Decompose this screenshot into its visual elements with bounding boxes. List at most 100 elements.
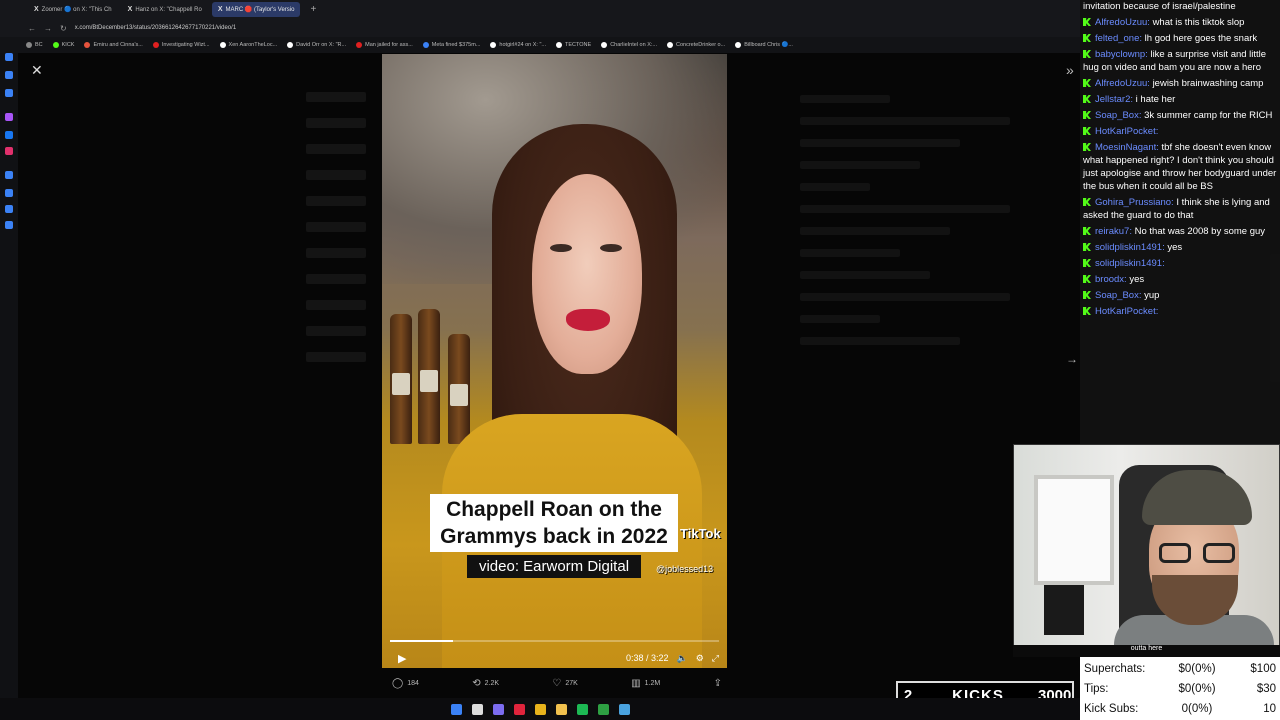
chat-username[interactable]: Jellstar2: bbox=[1095, 94, 1133, 105]
chat-username[interactable]: HotKarlPocket: bbox=[1095, 306, 1158, 317]
bookmark-item[interactable]: Emiru and Cinna's... bbox=[84, 42, 143, 48]
chat-message: solidpliskin1491: yes bbox=[1083, 241, 1277, 254]
sidebar-app-icon[interactable] bbox=[5, 189, 13, 197]
url-field[interactable]: x.com/BtDecember13/status/20366126426771… bbox=[75, 25, 236, 31]
chat-username[interactable]: MoesinNagant: bbox=[1095, 142, 1159, 153]
share-icon[interactable]: ⇪ bbox=[714, 678, 722, 689]
bookmark-item[interactable]: ConcreteDrinker o... bbox=[666, 42, 725, 48]
xbox-icon[interactable] bbox=[597, 703, 609, 715]
heart-button[interactable]: ♡ 27K bbox=[552, 678, 577, 689]
chat-message: reiraku7: No that was 2008 by some guy bbox=[1083, 225, 1277, 238]
reply-button[interactable]: ◯ 184 bbox=[392, 678, 419, 689]
chat-username[interactable]: AlfredoUzuu: bbox=[1095, 78, 1150, 89]
new-tab-button[interactable]: + bbox=[304, 4, 322, 15]
chat-username[interactable]: HotKarlPocket: bbox=[1095, 126, 1158, 137]
bookmark-item[interactable]: Billboard Chris 🔵... bbox=[735, 42, 793, 48]
chat-username[interactable]: solidpliskin1491: bbox=[1095, 258, 1165, 269]
video-caption: Chappell Roan on the Grammys back in 2022… bbox=[418, 494, 690, 578]
bookmark-item[interactable]: CharlieIntel on X:... bbox=[601, 42, 657, 48]
spotify-icon[interactable] bbox=[576, 703, 588, 715]
windows-start-icon[interactable] bbox=[450, 703, 462, 715]
bookmark-label: CharlieIntel on X:... bbox=[610, 42, 657, 48]
next-media-icon[interactable]: → bbox=[1066, 352, 1078, 366]
reload-icon[interactable]: ↻ bbox=[60, 24, 67, 33]
steam-icon[interactable] bbox=[618, 703, 630, 715]
sidebar-app-icon[interactable] bbox=[5, 205, 13, 213]
progress-fill bbox=[390, 640, 453, 642]
bookmark-favicon-icon bbox=[422, 42, 429, 48]
messenger-icon[interactable] bbox=[5, 131, 13, 139]
bookmark-item[interactable]: hotgirl#24 on X: "... bbox=[490, 42, 546, 48]
chat-username[interactable]: Soap_Box: bbox=[1095, 290, 1141, 301]
tab-hanz[interactable]: X Hanz on X: "Chappell Ro bbox=[122, 2, 208, 17]
retweet-icon: ⟲ bbox=[472, 677, 481, 689]
sidebar-app-icon[interactable] bbox=[5, 113, 13, 121]
tab-zoomer[interactable]: X Zoomer 🔵 on X: "This Ch bbox=[28, 2, 118, 17]
kick-badge-icon bbox=[1083, 50, 1091, 58]
fullscreen-icon[interactable]: ⤢ bbox=[712, 653, 719, 664]
discord-icon[interactable] bbox=[492, 703, 504, 715]
search-icon[interactable] bbox=[471, 703, 483, 715]
chat-message: broodx: yes bbox=[1083, 273, 1277, 286]
bookmark-favicon-icon bbox=[735, 42, 742, 48]
heart-icon: ♡ bbox=[552, 677, 562, 689]
kick-badge-icon bbox=[1083, 34, 1091, 42]
forward-icon[interactable]: → bbox=[44, 24, 52, 33]
settings-icon[interactable] bbox=[5, 221, 13, 229]
chat-username[interactable]: Soap_Box: bbox=[1095, 110, 1141, 121]
x-logo-icon: X bbox=[217, 6, 223, 13]
settings-gear-icon[interactable]: ⚙ bbox=[696, 653, 704, 664]
bookmark-item[interactable]: BC bbox=[26, 42, 43, 48]
kick-badge-icon bbox=[1083, 227, 1091, 235]
bookmark-favicon-icon bbox=[26, 42, 32, 48]
chat-username[interactable]: Gohira_Prussiano: bbox=[1095, 197, 1174, 208]
chat-message: Gohira_Prussiano: I think she is lying a… bbox=[1083, 196, 1277, 222]
chat-username[interactable]: babyclownp: bbox=[1095, 49, 1148, 60]
sidebar-app-icon[interactable] bbox=[5, 53, 13, 61]
streamer-glasses bbox=[1159, 543, 1239, 563]
back-icon[interactable]: ← bbox=[28, 24, 36, 33]
kick-badge-icon bbox=[1083, 18, 1091, 26]
tab-marc[interactable]: X MARC 🛑 (Taylor's Versio bbox=[211, 2, 301, 17]
sidebar-app-icon[interactable] bbox=[5, 71, 13, 79]
chat-username[interactable]: broodx: bbox=[1095, 274, 1127, 285]
kick-badge-icon bbox=[1083, 79, 1091, 87]
chat-username[interactable]: felted_one: bbox=[1095, 33, 1142, 44]
bookmark-item[interactable]: Man jailed for ass... bbox=[356, 42, 413, 48]
stat-target: 10 bbox=[1263, 703, 1276, 715]
chat-username[interactable]: reiraku7: bbox=[1095, 226, 1132, 237]
sidebar-app-icon[interactable] bbox=[5, 171, 13, 179]
chrome-icon[interactable] bbox=[534, 703, 546, 715]
chat-username[interactable]: solidpliskin1491: bbox=[1095, 242, 1165, 253]
bookmark-item[interactable]: KICK bbox=[52, 42, 74, 48]
play-icon[interactable]: ▶ bbox=[398, 652, 406, 665]
instagram-icon[interactable] bbox=[5, 147, 13, 155]
close-icon[interactable]: ✕ bbox=[31, 62, 43, 79]
chat-username[interactable]: AlfredoUzuu: bbox=[1095, 17, 1150, 28]
bookmark-favicon-icon bbox=[666, 42, 673, 48]
bookmark-label: BC bbox=[35, 42, 43, 48]
bookmark-item[interactable]: Investigating Wizt... bbox=[152, 42, 210, 48]
chat-message: solidpliskin1491: bbox=[1083, 257, 1277, 270]
bookmark-item[interactable]: David Orr on X: "R... bbox=[287, 42, 346, 48]
expand-replies-icon[interactable]: » bbox=[1066, 62, 1074, 78]
address-bar: ← → ↻ x.com/BtDecember13/status/20366126… bbox=[0, 19, 1080, 37]
video-player[interactable]: Chappell Roan on the Grammys back in 2022… bbox=[382, 54, 727, 668]
volume-icon[interactable]: 🔈 bbox=[677, 653, 688, 664]
bookmark-item[interactable]: TECTONE bbox=[556, 42, 591, 48]
bookmark-item[interactable]: Xen AaronTheLoc... bbox=[219, 42, 277, 48]
bookmark-item[interactable]: Meta fined $375m... bbox=[422, 42, 480, 48]
opera-icon[interactable] bbox=[513, 703, 525, 715]
tiktok-watermark: TikTok bbox=[680, 526, 721, 541]
kick-badge-icon bbox=[1083, 198, 1091, 206]
chat-message: invitation because of israel/palestine bbox=[1083, 0, 1277, 13]
video-progress-bar[interactable] bbox=[390, 640, 719, 642]
retweet-button[interactable]: ⟲ 2.2K bbox=[472, 678, 499, 689]
stat-target: $100 bbox=[1250, 663, 1276, 675]
stat-value: $0(0%) bbox=[1178, 663, 1216, 675]
chat-text: i hate her bbox=[1135, 94, 1176, 105]
folder-icon[interactable] bbox=[555, 703, 567, 715]
dimmed-sidebar bbox=[800, 95, 1010, 345]
views-button[interactable]: ▥ 1.2M bbox=[631, 678, 660, 689]
sidebar-app-icon[interactable] bbox=[5, 89, 13, 97]
